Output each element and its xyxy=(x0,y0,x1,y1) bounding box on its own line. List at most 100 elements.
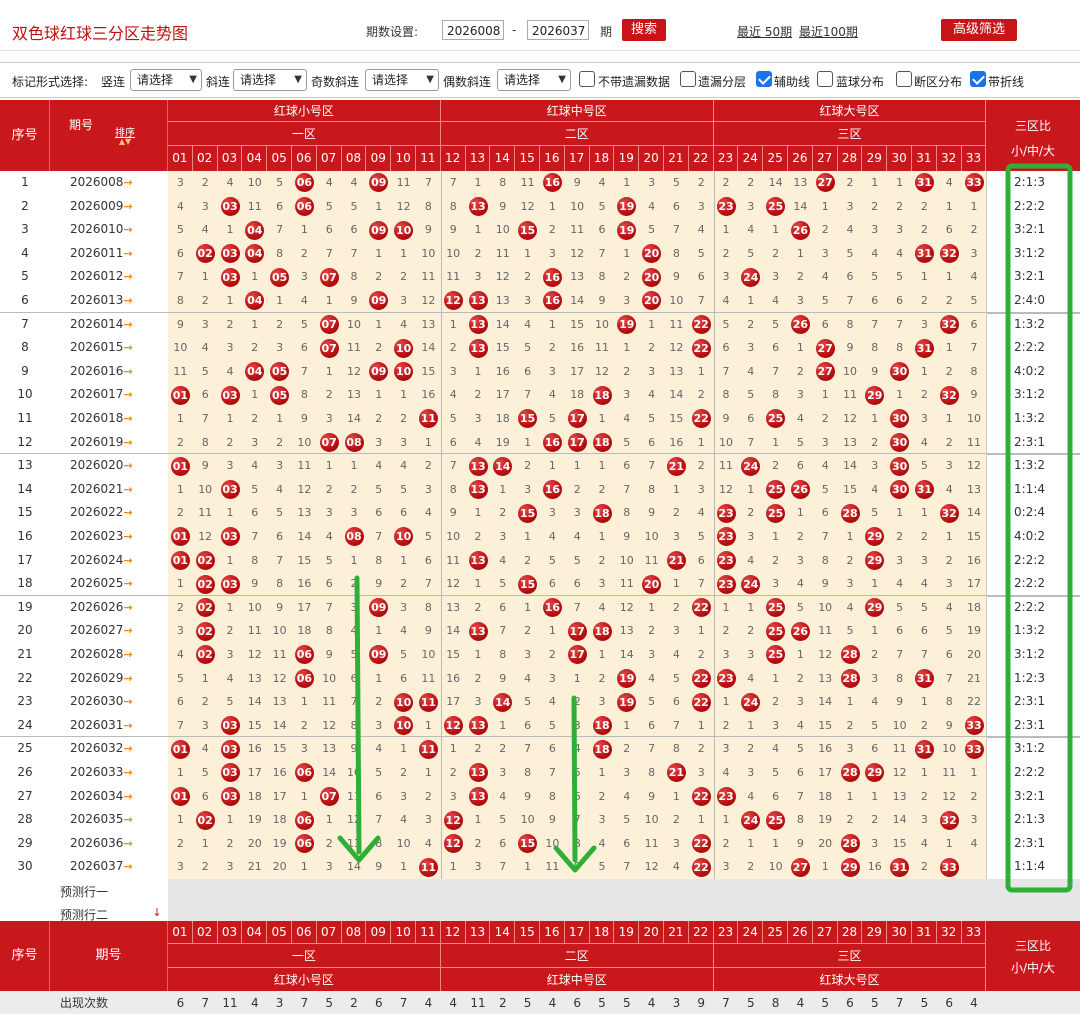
row-period[interactable]: 2026032 xyxy=(70,741,123,755)
omission-value: 12 xyxy=(842,412,857,425)
number-header: 15 xyxy=(515,146,540,171)
number-header: 24 xyxy=(738,146,764,171)
row-period[interactable]: 2026034 xyxy=(70,789,123,803)
row-period[interactable]: 2026035 xyxy=(70,812,123,826)
omission-value: 4 xyxy=(747,671,755,685)
omission-value: 3 xyxy=(846,577,854,591)
omission-value: 3 xyxy=(598,695,606,709)
row-period[interactable]: 2026008 xyxy=(70,175,123,189)
omission-value: 6 xyxy=(623,836,631,850)
omission-value: 2 xyxy=(176,836,184,850)
row-seq: 30 xyxy=(17,859,33,874)
option-checkbox[interactable] xyxy=(680,71,696,87)
option-checkbox[interactable] xyxy=(817,71,833,87)
zone-ratio: 2:2:2 xyxy=(1014,198,1045,213)
row-period[interactable]: 2026017 xyxy=(70,387,123,401)
drawn-ball: 23 xyxy=(716,503,736,523)
drawn-ball: 03 xyxy=(220,244,240,264)
row-period[interactable]: 2026036 xyxy=(70,836,123,850)
row-period[interactable]: 2026020 xyxy=(70,458,123,472)
row-period[interactable]: 2026033 xyxy=(70,765,123,779)
omission-value: 3 xyxy=(648,364,656,378)
row-period[interactable]: 2026023 xyxy=(70,529,123,543)
row-period[interactable]: 2026025 xyxy=(70,576,123,590)
slant-select[interactable]: 请选择 ▼ xyxy=(233,69,307,91)
period-to-input[interactable]: 2026037 xyxy=(527,20,589,40)
option-checkbox[interactable] xyxy=(579,71,595,87)
drawn-ball: 20 xyxy=(642,574,662,594)
omission-value: 11 xyxy=(545,860,560,874)
count-value: 7 xyxy=(399,996,408,1010)
row-seq: 23 xyxy=(17,694,33,709)
row-period[interactable]: 2026029 xyxy=(70,671,123,685)
search-button[interactable]: 搜索 xyxy=(622,19,666,41)
omission-value: 2 xyxy=(449,341,457,355)
advanced-filter-button[interactable]: 高级筛选 xyxy=(941,19,1017,41)
zone-ratio: 3:1:2 xyxy=(1014,647,1045,661)
row-period[interactable]: 2026015 xyxy=(70,340,123,354)
drawn-ball: 23 xyxy=(716,550,736,570)
option-checkbox[interactable] xyxy=(896,71,912,87)
row-period[interactable]: 2026011 xyxy=(70,246,123,260)
omission-value: 11 xyxy=(669,317,684,331)
period-from-input[interactable]: 2026008 xyxy=(442,20,504,40)
omission-value: 1 xyxy=(871,412,879,425)
omission-value: 6 xyxy=(400,671,408,685)
omission-value: 1 xyxy=(424,435,432,449)
row-period[interactable]: 2026013 xyxy=(70,293,123,307)
omission-value: 11 xyxy=(594,341,609,355)
omission-value: 4 xyxy=(573,530,581,543)
row-period[interactable]: 2026010 xyxy=(70,222,123,236)
vertical-select[interactable]: 请选择 ▼ xyxy=(130,69,202,91)
predict-row-one[interactable]: 预测行一 xyxy=(0,883,168,901)
row-period[interactable]: 2026014 xyxy=(70,317,123,331)
period-dash: - xyxy=(512,23,517,37)
omission-value: 12 xyxy=(942,789,957,803)
omission-value: 1 xyxy=(648,600,656,614)
row-period[interactable]: 2026016 xyxy=(70,364,123,378)
row-period[interactable]: 2026009 xyxy=(70,199,123,213)
omission-value: 16 xyxy=(818,742,833,756)
row-period[interactable]: 2026024 xyxy=(70,553,123,567)
row-period[interactable]: 2026021 xyxy=(70,482,123,496)
omission-value: 12 xyxy=(644,860,659,874)
drawn-ball: 07 xyxy=(319,338,339,358)
omission-value: 3 xyxy=(474,695,482,709)
sort-button[interactable]: 排序 xyxy=(108,124,142,138)
option-checkbox[interactable] xyxy=(970,71,986,87)
row-period[interactable]: 2026012 xyxy=(70,269,123,283)
row-period[interactable]: 2026037 xyxy=(70,859,123,873)
omission-value: 3 xyxy=(970,813,978,827)
row-period[interactable]: 2026019 xyxy=(70,435,123,449)
row-period[interactable]: 2026027 xyxy=(70,623,123,637)
recent-100-link[interactable]: 最近100期 xyxy=(799,23,858,40)
row-period[interactable]: 2026030 xyxy=(70,694,123,708)
even-slant-select[interactable]: 请选择 ▼ xyxy=(497,69,571,91)
odd-slant-select[interactable]: 请选择 ▼ xyxy=(365,69,439,91)
omission-value: 3 xyxy=(970,246,978,260)
row-period[interactable]: 2026028 xyxy=(70,647,123,661)
row-period[interactable]: 2026026 xyxy=(70,600,123,614)
zone-name-footer: 红球大号区 xyxy=(713,967,987,991)
row-period[interactable]: 2026031 xyxy=(70,718,123,732)
omission-value: 2 xyxy=(623,742,631,756)
omission-value: 3 xyxy=(920,553,928,567)
omission-value: 10 xyxy=(446,530,461,543)
recent-50-link[interactable]: 最近 50期 xyxy=(737,23,792,40)
omission-value: 15 xyxy=(495,341,510,355)
omission-value: 16 xyxy=(247,742,262,756)
row-period[interactable]: 2026022 xyxy=(70,505,123,519)
omission-value: 4 xyxy=(548,388,556,402)
zone-ratio: 2:2:2 xyxy=(1014,552,1045,567)
omission-value: 7 xyxy=(350,695,358,709)
omission-value: 8 xyxy=(424,600,432,614)
period-footer: 期号 xyxy=(50,921,168,991)
omission-value: 4 xyxy=(747,364,755,378)
number-header: 28 xyxy=(837,146,863,171)
sort-arrows-icon[interactable]: ▲▼ xyxy=(113,137,137,149)
option-checkbox[interactable] xyxy=(756,71,772,87)
omission-value: 1 xyxy=(871,577,879,591)
omission-value: 7 xyxy=(648,742,656,756)
row-period[interactable]: 2026018 xyxy=(70,411,123,425)
drawn-ball: 13 xyxy=(468,314,488,334)
